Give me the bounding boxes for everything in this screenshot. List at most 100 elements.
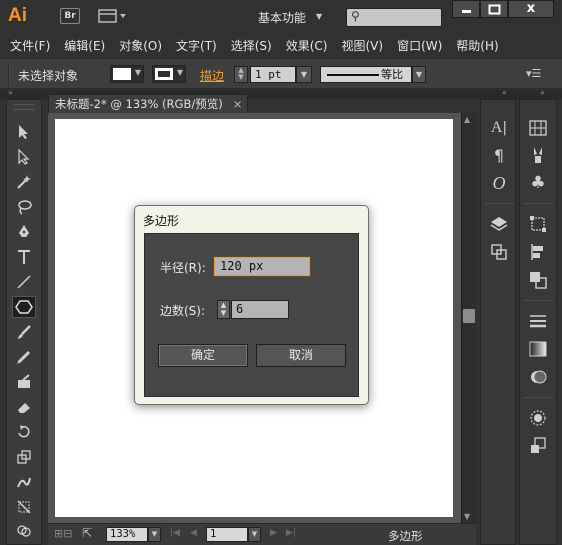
- toolbar-grip[interactable]: [13, 104, 35, 110]
- menu-bar: 文件(F) 编辑(E) 对象(O) 文字(T) 选择(S) 效果(C) 视图(V…: [0, 33, 562, 57]
- direct-selection-tool-icon[interactable]: [12, 146, 36, 168]
- selection-tool-icon[interactable]: [12, 121, 36, 143]
- collapse-right-icon[interactable]: «: [540, 88, 545, 97]
- scroll-up-icon[interactable]: ▲: [464, 115, 470, 124]
- brushes-panel-icon[interactable]: [526, 143, 550, 167]
- zoom-field[interactable]: 133%: [106, 527, 148, 542]
- close-icon[interactable]: ×: [233, 97, 243, 111]
- profile-label: 等比: [381, 68, 403, 81]
- free-transform-tool-icon[interactable]: [12, 496, 36, 518]
- artboard-number-field[interactable]: 1: [206, 527, 248, 542]
- ai-logo: Ai: [8, 5, 27, 26]
- swatches-panel-icon[interactable]: [526, 116, 550, 140]
- rotate-tool-icon[interactable]: [12, 421, 36, 443]
- minimize-button[interactable]: [452, 0, 480, 18]
- pathfinder-panel-icon[interactable]: [526, 268, 550, 292]
- status-bar: ⊞⊟ ⇱ 133% ▼ |◀ ◀ 1 ▼ ▶ ▶| 多边形: [48, 523, 476, 545]
- appearance-panel-icon[interactable]: [526, 406, 550, 430]
- shape-builder-tool-icon[interactable]: [12, 521, 36, 543]
- menu-help[interactable]: 帮助(H): [456, 37, 498, 54]
- menu-select[interactable]: 选择(S): [231, 37, 272, 54]
- stroke-weight-dropdown[interactable]: ▼: [296, 66, 312, 83]
- collapse-right-icon[interactable]: «: [502, 88, 507, 97]
- previous-artboard-icon[interactable]: ◀: [190, 528, 197, 538]
- polygon-dialog: 多边形 半径(R): 120 px 边数(S): ▲ ▼ 6 确定 取消: [134, 205, 369, 405]
- stroke-weight-field[interactable]: 1 pt: [250, 66, 296, 83]
- variable-width-profile[interactable]: 等比: [320, 66, 412, 83]
- opentype-panel-icon[interactable]: O: [487, 171, 511, 195]
- arrange-artboards-icon[interactable]: ⊞⊟: [54, 527, 72, 540]
- gradient-panel-icon[interactable]: [526, 337, 550, 361]
- panel-dock-2: ♣: [519, 99, 557, 545]
- chevron-down-icon[interactable]: ▼: [316, 12, 322, 21]
- radius-field[interactable]: 120 px: [214, 257, 310, 276]
- zoom-dropdown[interactable]: ▼: [148, 527, 161, 542]
- dialog-title: 多边形: [143, 214, 180, 228]
- align-panel-icon[interactable]: [526, 240, 550, 264]
- scale-tool-icon[interactable]: [12, 446, 36, 468]
- stroke-stepper[interactable]: ▲ ▼: [234, 66, 248, 83]
- menu-window[interactable]: 窗口(W): [397, 37, 442, 54]
- fill-swatch[interactable]: ▼: [110, 65, 144, 83]
- menu-view[interactable]: 视图(V): [341, 37, 383, 54]
- symbols-panel-icon[interactable]: ♣: [526, 171, 550, 195]
- artboards-panel-icon[interactable]: [487, 240, 511, 264]
- next-artboard-icon[interactable]: ▶: [270, 528, 277, 538]
- sides-stepper[interactable]: ▲ ▼: [217, 300, 230, 319]
- blob-brush-tool-icon[interactable]: [12, 371, 36, 393]
- scrollbar-thumb[interactable]: [463, 309, 475, 323]
- stroke-swatch[interactable]: ▼: [152, 65, 186, 83]
- menu-type[interactable]: 文字(T): [176, 37, 217, 54]
- dock-separator: [523, 203, 553, 204]
- arrange-documents-button[interactable]: [98, 8, 128, 24]
- stroke-label[interactable]: 描边: [200, 67, 224, 84]
- pen-tool-icon[interactable]: [12, 221, 36, 243]
- chevron-down-icon: ▼: [176, 68, 183, 77]
- artboard-dropdown[interactable]: ▼: [248, 527, 261, 542]
- character-panel-icon[interactable]: A |: [487, 116, 511, 140]
- profile-dropdown[interactable]: ▼: [412, 66, 426, 83]
- type-tool-icon[interactable]: [12, 246, 36, 268]
- lasso-tool-icon[interactable]: [12, 196, 36, 218]
- stroke-color-icon: [155, 68, 173, 80]
- graphic-styles-panel-icon[interactable]: [526, 434, 550, 458]
- menu-file[interactable]: 文件(F): [10, 37, 50, 54]
- sides-label: 边数(S):: [160, 304, 206, 318]
- warp-tool-icon[interactable]: [12, 471, 36, 493]
- menu-effect[interactable]: 效果(C): [286, 37, 328, 54]
- control-bar: 未选择对象 ▼ ▼ 描边 ▲ ▼ 1 pt ▼ 等比 ▼ ▾☰: [0, 58, 562, 89]
- document-tab[interactable]: 未标题-2* @ 133% (RGB/预览) ×: [48, 94, 248, 113]
- eraser-tool-icon[interactable]: [12, 396, 36, 418]
- vertical-scrollbar[interactable]: ▲ ▼: [461, 113, 476, 523]
- panel-menu-icon[interactable]: ▾☰: [526, 67, 541, 80]
- first-artboard-icon[interactable]: |◀: [170, 528, 180, 538]
- line-tool-icon[interactable]: [12, 271, 36, 293]
- menu-object[interactable]: 对象(O): [119, 37, 162, 54]
- close-button[interactable]: x: [508, 0, 554, 18]
- ok-button[interactable]: 确定: [158, 344, 248, 367]
- workspace-switcher[interactable]: 基本功能: [258, 9, 306, 26]
- search-input[interactable]: ⚲: [346, 8, 442, 27]
- dock-separator: [523, 300, 553, 301]
- tools-panel: [6, 99, 42, 545]
- layers-panel-icon[interactable]: [487, 212, 511, 236]
- paragraph-panel-icon[interactable]: ¶: [487, 143, 511, 167]
- transform-panel-icon[interactable]: [526, 212, 550, 236]
- collapse-left-icon[interactable]: »: [8, 88, 13, 97]
- polygon-tool-icon[interactable]: [12, 296, 36, 318]
- share-icon[interactable]: ⇱: [82, 526, 92, 540]
- panel-dock-1: A | ¶ O: [480, 99, 516, 545]
- sides-field[interactable]: 6: [231, 300, 289, 319]
- magic-wand-tool-icon[interactable]: [12, 171, 36, 193]
- maximize-button[interactable]: [480, 0, 508, 18]
- grip-handle[interactable]: [8, 63, 10, 85]
- bridge-button[interactable]: Br: [60, 8, 80, 24]
- menu-edit[interactable]: 编辑(E): [64, 37, 105, 54]
- cancel-button[interactable]: 取消: [256, 344, 346, 367]
- stroke-panel-icon[interactable]: [526, 309, 550, 333]
- pencil-tool-icon[interactable]: [12, 346, 36, 368]
- paintbrush-tool-icon[interactable]: [12, 321, 36, 343]
- transparency-panel-icon[interactable]: [526, 365, 550, 389]
- last-artboard-icon[interactable]: ▶|: [286, 528, 296, 538]
- scroll-down-icon[interactable]: ▼: [464, 512, 470, 521]
